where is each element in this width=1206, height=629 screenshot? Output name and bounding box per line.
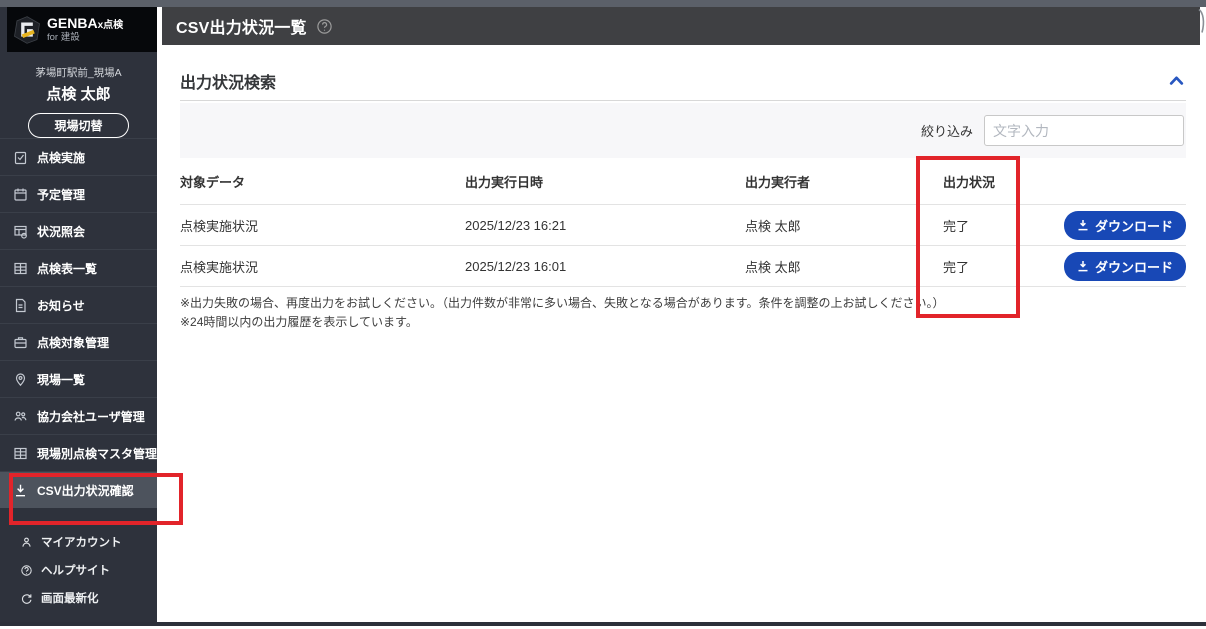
brand-subtitle: for 建設 bbox=[47, 32, 80, 44]
sidebar-item-label: 画面最新化 bbox=[41, 593, 99, 605]
page-header: CSV出力状況一覧 bbox=[162, 7, 1200, 45]
table-row: 点検実施状況 2025/12/23 16:01 点検 太郎 完了 ダウンロード bbox=[180, 246, 1186, 287]
stray-pen-mark bbox=[1197, 8, 1206, 34]
sidebar-secondary-nav: マイアカウント ヘルプサイト 画面最新化 bbox=[0, 528, 157, 612]
switch-site-button[interactable]: 現場切替 bbox=[28, 113, 129, 138]
cell-target-data: 点検実施状況 bbox=[180, 218, 259, 234]
sidebar-nav: 点検実施 予定管理 状況照会 点検表一覧 お知らせ 点検対象管理 現場一覧 協力… bbox=[0, 138, 157, 508]
sidebar-item-label: 点検表一覧 bbox=[37, 261, 98, 276]
sidebar-item-inspection-run[interactable]: 点検実施 bbox=[0, 138, 157, 175]
page-title: CSV出力状況一覧 bbox=[176, 20, 307, 37]
sidebar-item-partner-users[interactable]: 協力会社ユーザ管理 bbox=[0, 397, 157, 434]
sidebar-item-label: ヘルプサイト bbox=[41, 565, 110, 577]
person-icon bbox=[20, 536, 33, 549]
brand-name: GENBA bbox=[47, 14, 98, 31]
sidebar-item-status-inquiry[interactable]: 状況照会 bbox=[0, 212, 157, 249]
output-status-table: 対象データ 出力実行日時 出力実行者 出力状況 点検実施状況 2025/12/2… bbox=[180, 158, 1186, 287]
filter-label: 絞り込み bbox=[920, 124, 973, 139]
sidebar: GENBAx点検 for 建設 茅場町駅前_現場A 点検 太郎 現場切替 点検実… bbox=[0, 7, 157, 622]
cell-status: 完了 bbox=[943, 218, 970, 234]
sidebar-item-inspection-sheets[interactable]: 点検表一覧 bbox=[0, 249, 157, 286]
download-button-label: ダウンロード bbox=[1094, 218, 1173, 234]
help-circle-icon[interactable] bbox=[316, 18, 333, 35]
sidebar-item-label: 状況照会 bbox=[37, 224, 86, 239]
download-button[interactable]: ダウンロード bbox=[1063, 210, 1186, 240]
sidebar-item-label: 協力会社ユーザ管理 bbox=[37, 409, 145, 424]
sidebar-item-csv-output-status[interactable]: CSV出力状況確認 bbox=[0, 471, 157, 508]
calendar-icon bbox=[13, 187, 28, 202]
download-icon bbox=[13, 483, 28, 498]
main-content: 出力状況検索 絞り込み 対象データ 出力実行日時 出力実行者 出力状況 点検実施… bbox=[162, 45, 1200, 622]
column-header-executed-at: 出力実行日時 bbox=[465, 174, 544, 190]
filter-input[interactable] bbox=[984, 115, 1184, 146]
table-icon bbox=[13, 261, 28, 276]
window-top-strip bbox=[0, 0, 1206, 7]
cell-executed-at: 2025/12/23 16:01 bbox=[465, 258, 567, 274]
column-header-executor: 出力実行者 bbox=[745, 174, 811, 190]
brand-suffix: x点検 bbox=[97, 19, 124, 31]
sidebar-item-label: 点検実施 bbox=[37, 150, 86, 165]
table-row: 点検実施状況 2025/12/23 16:21 点検 太郎 完了 ダウンロード bbox=[180, 205, 1186, 246]
cell-executor: 点検 太郎 bbox=[745, 218, 801, 234]
sidebar-item-site-list[interactable]: 現場一覧 bbox=[0, 360, 157, 397]
sidebar-item-label: マイアカウント bbox=[41, 537, 122, 549]
sidebar-item-notices[interactable]: お知らせ bbox=[0, 286, 157, 323]
refresh-icon bbox=[20, 592, 33, 605]
brand-logo-icon bbox=[12, 15, 42, 45]
sidebar-item-label: CSV出力状況確認 bbox=[37, 483, 134, 498]
cell-executor: 点検 太郎 bbox=[745, 259, 801, 275]
map-pin-icon bbox=[13, 372, 28, 387]
cell-executed-at: 2025/12/23 16:21 bbox=[465, 217, 567, 233]
sidebar-item-label: お知らせ bbox=[37, 298, 85, 313]
cell-status: 完了 bbox=[943, 259, 970, 275]
filter-bar: 絞り込み bbox=[180, 103, 1186, 158]
document-icon bbox=[13, 298, 28, 313]
footnote-24h: ※24時間以内の出力履歴を表示しています。 bbox=[180, 315, 418, 330]
download-button-label: ダウンロード bbox=[1094, 259, 1173, 275]
table-header-row: 対象データ 出力実行日時 出力実行者 出力状況 bbox=[180, 158, 1186, 205]
sidebar-item-label: 予定管理 bbox=[37, 187, 86, 202]
search-panel-header: 出力状況検索 bbox=[180, 61, 1186, 101]
column-header-target-data: 対象データ bbox=[180, 174, 246, 190]
sidebar-item-label: 現場一覧 bbox=[37, 372, 86, 387]
chevron-up-icon[interactable] bbox=[1167, 73, 1186, 88]
search-panel-title: 出力状況検索 bbox=[180, 74, 277, 92]
users-icon bbox=[13, 409, 28, 424]
download-button[interactable]: ダウンロード bbox=[1063, 251, 1186, 281]
grid-icon bbox=[13, 446, 28, 461]
cell-target-data: 点検実施状況 bbox=[180, 259, 259, 275]
clipboard-check-icon bbox=[13, 150, 28, 165]
sidebar-item-help-site[interactable]: ヘルプサイト bbox=[0, 556, 157, 584]
sidebar-item-refresh-screen[interactable]: 画面最新化 bbox=[0, 584, 157, 612]
help-icon bbox=[20, 564, 33, 577]
sidebar-item-schedule[interactable]: 予定管理 bbox=[0, 175, 157, 212]
current-site-label: 茅場町駅前_現場A bbox=[35, 67, 122, 79]
sidebar-item-label: 点検対象管理 bbox=[37, 335, 110, 350]
user-name: 点検 太郎 bbox=[46, 86, 111, 103]
footnotes: ※出力失敗の場合、再度出力をお試しください。（出力件数が非常に多い場合、失敗とな… bbox=[180, 294, 945, 332]
app-logo[interactable]: GENBAx点検 for 建設 bbox=[7, 7, 157, 52]
download-arrow-icon bbox=[1077, 219, 1089, 231]
column-header-status: 出力状況 bbox=[943, 174, 996, 190]
window-bottom-strip bbox=[0, 622, 1206, 626]
status-table-icon bbox=[13, 224, 28, 239]
sidebar-item-label: 現場別点検マスタ管理 bbox=[37, 446, 158, 461]
footnote-retry: ※出力失敗の場合、再度出力をお試しください。（出力件数が非常に多い場合、失敗とな… bbox=[180, 296, 945, 310]
download-arrow-icon bbox=[1077, 260, 1089, 272]
user-block: 茅場町駅前_現場A 点検 太郎 現場切替 bbox=[0, 52, 157, 138]
sidebar-item-target-management[interactable]: 点検対象管理 bbox=[0, 323, 157, 360]
sidebar-item-my-account[interactable]: マイアカウント bbox=[0, 528, 157, 556]
briefcase-icon bbox=[13, 335, 28, 350]
sidebar-item-site-master[interactable]: 現場別点検マスタ管理 bbox=[0, 434, 157, 471]
